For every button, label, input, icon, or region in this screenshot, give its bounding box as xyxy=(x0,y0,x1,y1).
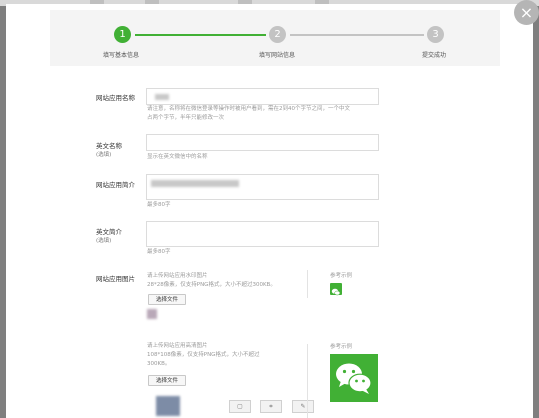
english-desc-label: 英文简介 xyxy=(96,228,122,236)
step-3-number: 3 xyxy=(432,29,439,40)
small-image-preview xyxy=(147,309,157,319)
small-image-choose-file-button[interactable]: 选择文件 xyxy=(148,294,186,305)
english-desc-optional: (选填) xyxy=(96,238,112,244)
app-name-hint-line2: 占两个字节，半年只能修改一次 xyxy=(147,115,225,121)
app-desc-label: 网站应用简介 xyxy=(96,181,135,189)
english-name-input[interactable] xyxy=(146,134,379,151)
step-1-label: 填写基本信息 xyxy=(103,52,140,59)
small-image-hint: 请上传网站应用水印图片 28*28像素，仅支持PNG格式，大小不超过300KB。 xyxy=(147,272,276,290)
wechat-logo-icon xyxy=(330,354,378,402)
english-name-label: 英文名称 xyxy=(96,142,122,150)
divider xyxy=(307,344,308,418)
app-name-input[interactable] xyxy=(146,88,379,105)
step-3-circle: 3 xyxy=(427,26,444,43)
wechat-logo-icon-graphic xyxy=(336,363,372,394)
small-image-hint-line2: 28*28像素，仅支持PNG格式，大小不超过300KB。 xyxy=(147,282,276,288)
step-1-number: 1 xyxy=(119,29,126,40)
small-image-hint-line1: 请上传网站应用水印图片 xyxy=(147,273,208,279)
divider xyxy=(307,270,308,298)
app-name-hint-line1: 请注意，名称将在微信登录等操作时被用户看到，需在2到40个字节之间，一个中文 xyxy=(147,106,351,112)
large-image-hint: 请上传网站应用高清图片 108*108像素，仅支持PNG格式，大小不超过 300… xyxy=(147,342,259,369)
blurred-input-value xyxy=(155,94,169,100)
app-desc-textarea[interactable] xyxy=(146,174,379,200)
wechat-logo-icon-graphic xyxy=(331,288,341,296)
english-name-hint: 显示在英文微信中的名称 xyxy=(147,154,208,160)
step-2-label: 填写网站信息 xyxy=(259,52,296,59)
step-progress: 1 2 3 填写基本信息 填写网站信息 提交成功 xyxy=(50,10,500,66)
large-image-hint-line2: 108*108像素，仅支持PNG格式，大小不超过 xyxy=(147,352,260,358)
step-1-circle: 1 xyxy=(114,26,131,43)
large-image-preview xyxy=(156,396,180,416)
english-desc-textarea[interactable] xyxy=(146,221,379,247)
app-name-hint: 请注意，名称将在微信登录等操作时被用户看到，需在2到40个字节之间，一个中文 占… xyxy=(147,105,350,123)
english-name-optional: (选填) xyxy=(96,152,112,158)
blurred-input-value xyxy=(151,180,239,187)
edit-icon[interactable]: ✎ xyxy=(292,400,314,413)
close-icon[interactable]: × xyxy=(514,0,539,25)
app-image-label: 网站应用图片 xyxy=(96,275,135,283)
crop-icon[interactable]: ▢ xyxy=(229,400,251,413)
large-image-hint-line1: 请上传网站应用高清图片 xyxy=(147,343,208,349)
large-image-hint-line3: 300KB。 xyxy=(147,361,171,367)
step-line-2 xyxy=(290,34,424,36)
step-3-label: 提交成功 xyxy=(422,52,447,59)
large-example-label: 参考示例 xyxy=(330,344,353,350)
step-2-circle: 2 xyxy=(269,26,286,43)
step-line-1 xyxy=(135,34,266,36)
app-desc-hint: 最多80字 xyxy=(147,202,171,208)
step-2-number: 2 xyxy=(274,29,281,40)
small-example-label: 参考示例 xyxy=(330,273,353,279)
english-desc-hint: 最多80字 xyxy=(147,249,171,255)
select-icon[interactable]: ⌗ xyxy=(260,400,282,413)
app-name-label: 网站应用名称 xyxy=(96,94,135,102)
wechat-logo-icon xyxy=(330,283,342,296)
create-website-app-dialog: 1 2 3 填写基本信息 填写网站信息 提交成功 网站应用名称 请注意，名称将在… xyxy=(6,4,533,418)
large-image-choose-file-button[interactable]: 选择文件 xyxy=(148,375,186,386)
